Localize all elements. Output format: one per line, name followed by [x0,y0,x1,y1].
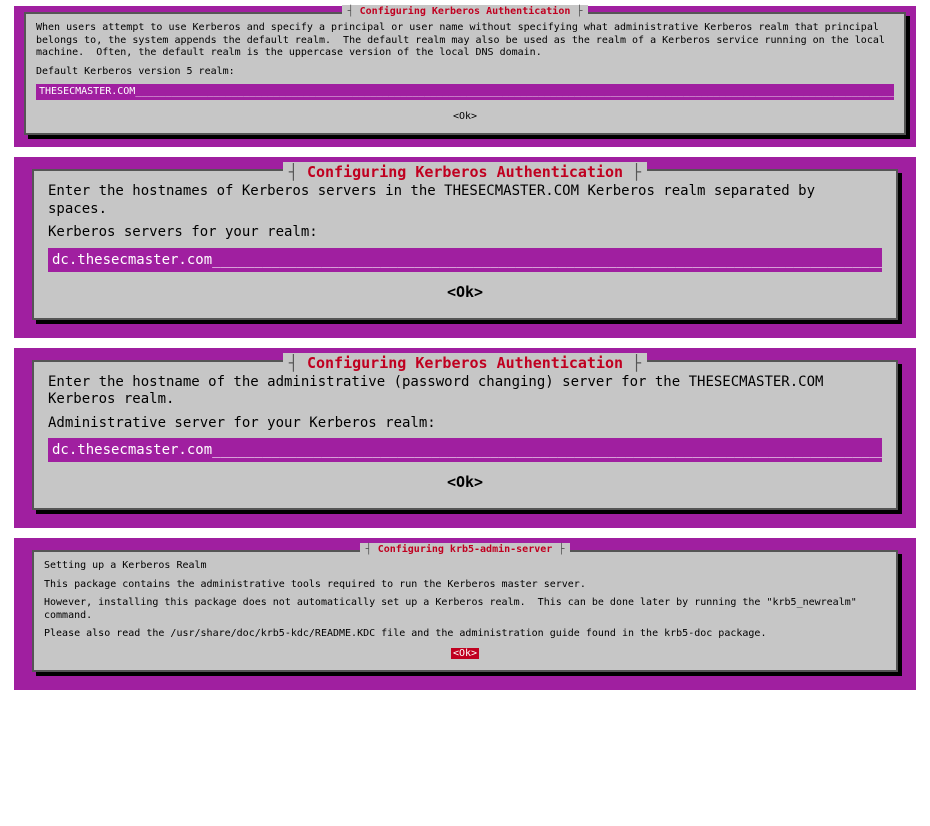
dialog-prompt: Administrative server for your Kerberos … [48,415,882,433]
dialog-body: Enter the hostnames of Kerberos servers … [48,183,882,218]
dialog-title: Configuring krb5-admin-server [360,543,571,557]
default-realm-input[interactable]: THESECMASTER.COM________________________… [36,84,894,100]
ok-button[interactable]: <Ok> [36,110,894,124]
ok-button[interactable]: <Ok> [48,282,882,304]
terminal-bg-admin: Configuring Kerberos Authentication Ente… [14,348,916,529]
dialog-kerberos-servers: Configuring Kerberos Authentication Ente… [32,169,898,320]
dialog-title: Configuring Kerberos Authentication [342,5,589,19]
dialog-admin-server: Configuring Kerberos Authentication Ente… [32,360,898,511]
terminal-bg-servers: Configuring Kerberos Authentication Ente… [14,157,916,338]
dialog-default-realm: Configuring Kerberos Authentication When… [24,12,906,135]
dialog-prompt: Kerberos servers for your realm: [48,224,882,242]
kerberos-servers-input[interactable]: dc.thesecmaster.com_____________________… [48,248,882,272]
dialog-para: This package contains the administrative… [44,579,886,592]
admin-server-input[interactable]: dc.thesecmaster.com_____________________… [48,438,882,462]
dialog-para: Setting up a Kerberos Realm [44,560,886,573]
ok-button[interactable]: <Ok> [44,647,886,661]
dialog-body: Enter the hostname of the administrative… [48,374,882,409]
terminal-bg-realm: Configuring Kerberos Authentication When… [14,6,916,147]
dialog-para: Please also read the /usr/share/doc/krb5… [44,628,886,641]
dialog-title: Configuring Kerberos Authentication [283,162,647,184]
dialog-title: Configuring Kerberos Authentication [283,353,647,375]
ok-button[interactable]: <Ok> [48,472,882,494]
dialog-krb5-admin-server: Configuring krb5-admin-server Setting up… [32,550,898,672]
dialog-para: However, installing this package does no… [44,597,886,622]
dialog-body: When users attempt to use Kerberos and s… [36,22,894,60]
terminal-bg-krb5admin: Configuring krb5-admin-server Setting up… [14,538,916,690]
dialog-prompt: Default Kerberos version 5 realm: [36,66,894,79]
